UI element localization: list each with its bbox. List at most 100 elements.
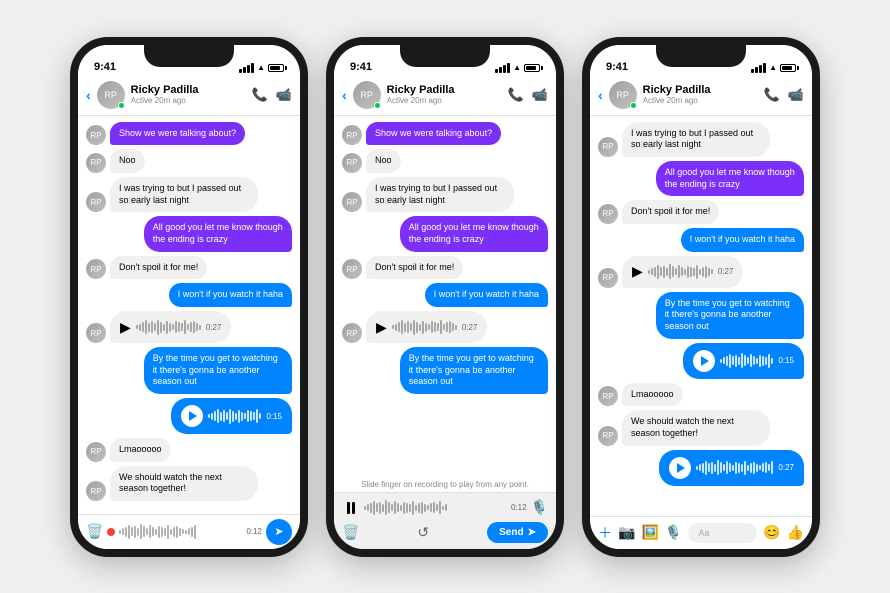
audio-message[interactable]: ▶ 0:27 <box>622 256 743 288</box>
audio-duration: 0:27 <box>206 323 222 332</box>
online-indicator <box>118 102 125 109</box>
sender-avatar: RP <box>86 481 106 501</box>
sender-avatar: RP <box>86 192 106 212</box>
message-bubble: We should watch the next season together… <box>622 410 770 445</box>
chat-area: RP Show we were talking about? RP Noo RP… <box>78 116 300 514</box>
message-row: RP We should watch the next season toget… <box>86 466 292 501</box>
message-row: RP I was trying to but I passed out so e… <box>598 122 804 157</box>
message-bubble: By the time you get to watching it there… <box>144 347 292 394</box>
audio-message[interactable]: 0:15 <box>171 398 292 434</box>
video-icon[interactable]: 📹 <box>276 87 292 103</box>
audio-duration: 0:15 <box>266 412 282 421</box>
audio-message[interactable]: 0:15 <box>683 343 804 379</box>
message-row: All good you let me know though the endi… <box>598 161 804 196</box>
waveform <box>648 263 713 281</box>
video-icon[interactable]: 📹 <box>788 87 804 103</box>
waveform <box>720 352 773 370</box>
sender-avatar: RP <box>598 426 618 446</box>
send-button[interactable]: ➤ <box>266 519 292 545</box>
back-button[interactable]: ‹ <box>86 87 91 103</box>
message-row: 0:15 <box>86 398 292 434</box>
mic-icon[interactable]: 🎙️ <box>531 499 548 516</box>
sender-avatar: RP <box>598 204 618 224</box>
audio-message[interactable]: ▶ 0:27 <box>366 311 487 343</box>
avatar: RP <box>609 81 637 109</box>
play-button[interactable] <box>669 457 691 479</box>
contact-status: Active 20m ago <box>643 96 758 105</box>
battery-icon <box>780 64 796 72</box>
sender-avatar: RP <box>342 192 362 212</box>
avatar: RP <box>97 81 125 109</box>
send-button[interactable]: Send ➤ <box>487 522 548 543</box>
online-indicator <box>630 102 637 109</box>
wifi-icon: ▲ <box>769 63 777 72</box>
message-bubble: All good you let me know though the endi… <box>144 216 292 251</box>
sender-avatar: RP <box>598 386 618 406</box>
audio-message[interactable]: 0:27 <box>659 450 804 486</box>
signal-icon <box>751 63 766 73</box>
message-row: RP I was trying to but I passed out so e… <box>86 177 292 212</box>
message-row: RP Noo <box>86 149 292 173</box>
message-row: By the time you get to watching it there… <box>86 347 292 394</box>
phone-icon[interactable]: 📞 <box>764 87 780 103</box>
back-button[interactable]: ‹ <box>598 87 603 103</box>
waveform <box>696 459 773 477</box>
play-icon[interactable]: ▶ <box>376 319 387 336</box>
mic-icon[interactable]: 🎙️ <box>665 524 682 541</box>
sender-avatar: RP <box>86 442 106 462</box>
wifi-icon: ▲ <box>513 63 521 72</box>
audio-message[interactable]: ▶ 0:27 <box>110 311 231 343</box>
phone-right: 9:41 ▲ ‹ RP Ricky Padilla Active 20m ago… <box>582 37 820 557</box>
sender-avatar: RP <box>342 323 362 343</box>
message-bubble: I won't if you watch it haha <box>425 283 548 307</box>
status-time: 9:41 <box>350 61 372 73</box>
contact-name: Ricky Padilla <box>387 84 502 96</box>
message-row: RP We should watch the next season toget… <box>598 410 804 445</box>
message-bubble: Lmaooooo <box>622 383 683 407</box>
record-duration: 0:12 <box>246 527 262 536</box>
message-row: 0:15 <box>598 343 804 379</box>
status-time: 9:41 <box>94 61 116 73</box>
phone-icon[interactable]: 📞 <box>252 87 268 103</box>
message-row: 0:27 <box>598 450 804 486</box>
wifi-icon: ▲ <box>257 63 265 72</box>
image-icon[interactable]: 🖼️ <box>641 524 658 541</box>
play-button[interactable] <box>181 405 203 427</box>
sender-avatar: RP <box>86 323 106 343</box>
message-row: RP ▶ 0:27 <box>342 311 548 343</box>
battery-icon <box>268 64 284 72</box>
signal-icon <box>495 63 510 73</box>
refresh-button[interactable]: ↺ <box>417 524 429 541</box>
message-bubble: I was trying to but I passed out so earl… <box>366 177 514 212</box>
thumbsup-icon[interactable]: 👍 <box>787 524 804 541</box>
message-row: All good you let me know though the endi… <box>342 216 548 251</box>
message-bubble: Lmaooooo <box>110 438 171 462</box>
play-icon[interactable]: ▶ <box>632 263 643 280</box>
back-button[interactable]: ‹ <box>342 87 347 103</box>
chat-header: ‹ RP Ricky Padilla Active 20m ago 📞 📹 <box>78 77 300 116</box>
waveform <box>136 318 201 336</box>
emoji-icon[interactable]: 😊 <box>763 524 780 541</box>
message-bubble: We should watch the next season together… <box>110 466 258 501</box>
message-bubble: Don't spoil it for me! <box>110 256 207 280</box>
message-row: RP ▶ 0:27 <box>86 311 292 343</box>
header-actions: 📞 📹 <box>764 87 804 103</box>
play-icon[interactable]: ▶ <box>120 319 131 336</box>
pause-button[interactable] <box>342 499 360 517</box>
contact-name: Ricky Padilla <box>643 84 758 96</box>
message-row: RP Lmaooooo <box>86 438 292 462</box>
plus-icon[interactable]: ＋ <box>598 523 612 543</box>
delete-recording-button[interactable]: 🗑️ <box>342 524 359 541</box>
status-icons: ▲ <box>751 63 796 73</box>
video-icon[interactable]: 📹 <box>532 87 548 103</box>
play-button[interactable] <box>693 350 715 372</box>
message-row: RP I was trying to but I passed out so e… <box>342 177 548 212</box>
contact-status: Active 20m ago <box>387 96 502 105</box>
message-bubble: I was trying to but I passed out so earl… <box>622 122 770 157</box>
trash-icon[interactable]: 🗑️ <box>86 523 103 540</box>
sender-avatar: RP <box>342 153 362 173</box>
text-input[interactable]: Aa <box>688 523 757 543</box>
message-bubble: Don't spoil it for me! <box>622 200 719 224</box>
camera-icon[interactable]: 📷 <box>618 524 635 541</box>
phone-icon[interactable]: 📞 <box>508 87 524 103</box>
